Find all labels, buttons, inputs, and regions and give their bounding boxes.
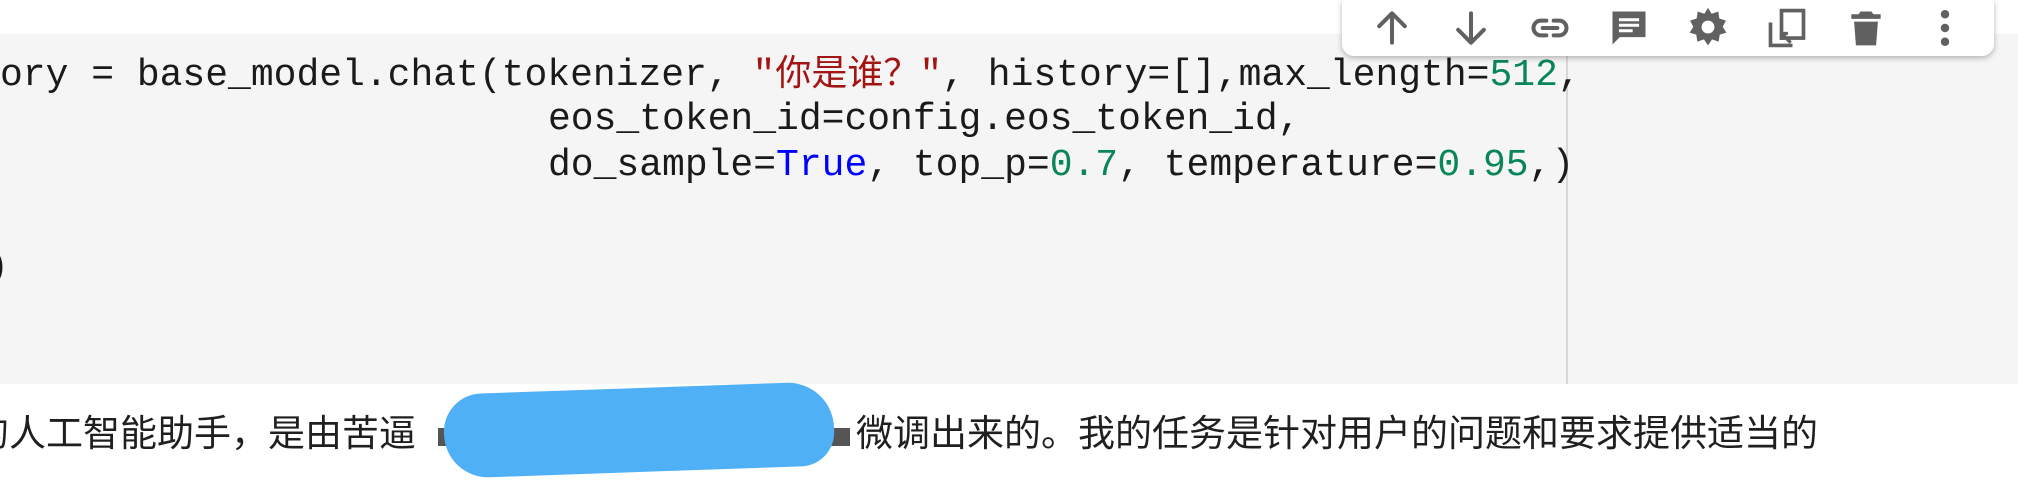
- more-vertical-icon: [1940, 10, 1949, 46]
- string-literal-quote: ": [752, 54, 776, 97]
- cell-toolbar: [1342, 0, 1994, 56]
- code-line-3: do_sample=True, top_p=0.7, temperature=0…: [548, 142, 1574, 190]
- string-literal-text: 你是谁？: [775, 53, 920, 94]
- comment-icon: [1612, 11, 1645, 45]
- cell-settings-button[interactable]: [1680, 3, 1736, 53]
- add-comment-button[interactable]: [1601, 3, 1657, 53]
- more-options-button[interactable]: [1917, 3, 1973, 53]
- notebook-view: ory = base_model.chat(tokenizer, "你是谁？",…: [0, 0, 2018, 486]
- cell-output-text: 的人工智能助手，是由苦逼 微调出来的。我的任务是针对用户的问题和要求提供适当的: [0, 380, 1818, 479]
- code-line-1: ory = base_model.chat(tokenizer, "你是谁？",…: [0, 50, 1581, 100]
- copy-link-button[interactable]: [1522, 3, 1578, 53]
- keyword-literal: True: [776, 144, 868, 187]
- number-literal: 0.7: [1049, 144, 1119, 187]
- redaction-blue-mark: [442, 380, 836, 479]
- code-text: , history=[],max_length=: [942, 54, 1490, 97]
- code-line-2: eos_token_id=config.eos_token_id,: [548, 96, 1301, 144]
- arrow-down-icon: [1455, 11, 1486, 45]
- redaction-scribble: [416, 380, 856, 479]
- code-text: , top_p=: [867, 144, 1050, 187]
- output-text-before: 的人工智能助手，是由苦逼: [0, 412, 416, 455]
- code-line-4: ): [0, 244, 9, 292]
- number-literal: 512: [1489, 54, 1558, 97]
- number-literal: 0.95: [1437, 144, 1529, 187]
- string-literal-quote: ": [919, 54, 943, 97]
- delete-trash-icon: [1850, 11, 1881, 46]
- arrow-up-icon: [1376, 11, 1407, 45]
- code-text: ory = base_model.chat(tokenizer,: [0, 54, 753, 97]
- code-text: do_sample=: [548, 144, 777, 187]
- code-text: ,: [1557, 54, 1581, 97]
- delete-cell-button[interactable]: [1838, 3, 1894, 53]
- mirror-cell-button[interactable]: [1759, 3, 1815, 53]
- mirror-cell-icon: [1768, 8, 1805, 48]
- code-text: , temperature=: [1118, 144, 1438, 187]
- link-icon: [1531, 18, 1568, 38]
- move-cell-up-button[interactable]: [1364, 3, 1420, 53]
- code-text: ,): [1528, 144, 1575, 187]
- output-text-after: 微调出来的。我的任务是针对用户的问题和要求提供适当的: [856, 412, 1818, 455]
- move-cell-down-button[interactable]: [1443, 3, 1499, 53]
- code-text: eos_token_id=config.eos_token_id,: [548, 98, 1301, 141]
- settings-gear-icon: [1689, 7, 1726, 46]
